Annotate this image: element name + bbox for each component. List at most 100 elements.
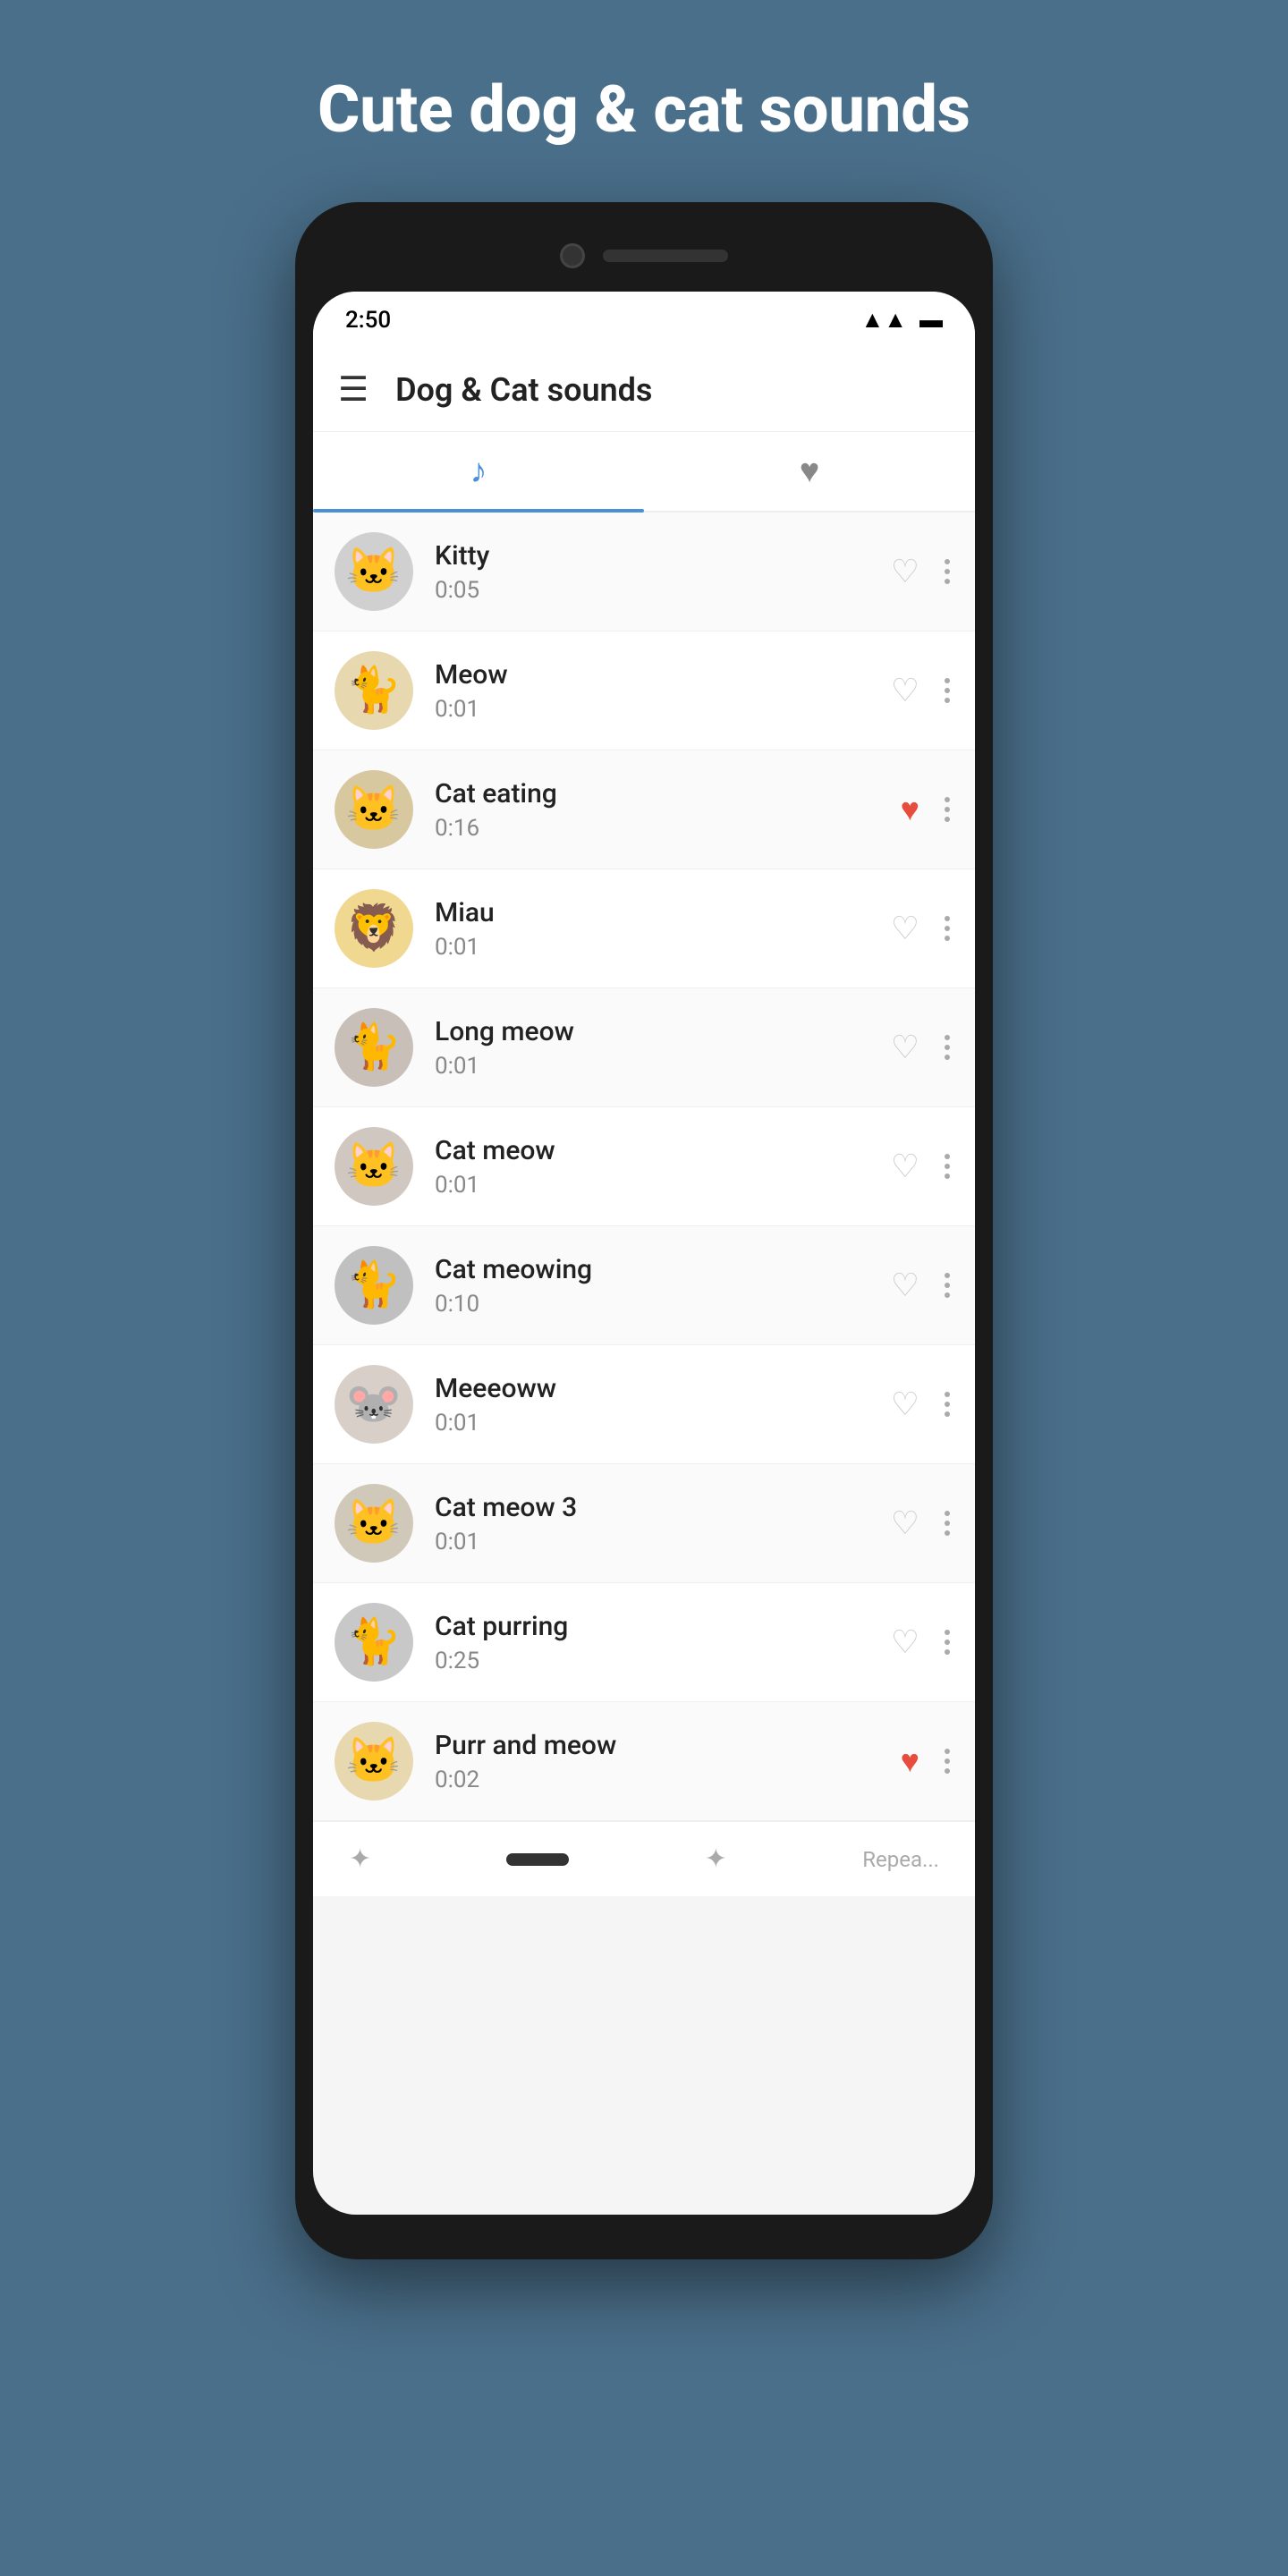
more-options-button[interactable] [941,674,953,707]
sound-info: Meow 0:01 [435,659,891,723]
sound-duration: 0:01 [435,934,891,961]
sound-duration: 0:01 [435,1053,891,1080]
sound-list-item[interactable]: 🦁 Miau 0:01 ♡ [313,869,975,988]
sound-avatar: 🐈 [335,1008,413,1087]
sound-name: Purr and meow [435,1730,901,1761]
page-background-title: Cute dog & cat sounds [264,72,1024,148]
favorite-button[interactable]: ♡ [891,910,919,947]
heart-tab-icon: ♥ [800,452,820,491]
sound-name: Long meow [435,1016,891,1047]
sound-info: Cat meowing 0:10 [435,1254,891,1318]
more-options-button[interactable] [941,1745,953,1777]
tab-favorites[interactable]: ♥ [644,432,975,511]
favorite-button[interactable]: ♥ [901,1742,919,1780]
sound-info: Cat eating 0:16 [435,778,901,842]
sound-list-item[interactable]: 🐱 Cat meow 0:01 ♡ [313,1107,975,1226]
sound-avatar: 🐱 [335,1722,413,1801]
speaker-cutout [603,250,728,262]
favorite-button[interactable]: ♡ [891,1029,919,1066]
sound-info: Kitty 0:05 [435,540,891,604]
sound-actions: ♡ [891,1623,953,1661]
repeat-label: Repea... [862,1847,939,1872]
sound-list-item[interactable]: 🐱 Cat eating 0:16 ♥ [313,750,975,869]
bottom-navigation-bar: ✦ ✦ Repea... [313,1821,975,1896]
sound-name: Meow [435,659,891,691]
sound-duration: 0:01 [435,696,891,723]
sound-name: Cat purring [435,1611,891,1642]
sound-list: 🐱 Kitty 0:05 ♡ 🐈 Meow 0:01 ♡ [313,513,975,1821]
more-options-button[interactable] [941,1031,953,1063]
sound-avatar: 🐈 [335,1246,413,1325]
sound-actions: ♡ [891,1385,953,1423]
more-options-button[interactable] [941,1507,953,1539]
sound-name: Miau [435,897,891,928]
tabs-bar: ♪ ♥ [313,432,975,513]
sound-list-item[interactable]: 🐱 Purr and meow 0:02 ♥ [313,1702,975,1821]
phone-device: 2:50 ▲▲ ▬ ☰ Dog & Cat sounds ♪ ♥ 🐱 [295,202,993,2259]
sound-avatar: 🐱 [335,1127,413,1206]
sound-list-item[interactable]: 🐭 Meeeoww 0:01 ♡ [313,1345,975,1464]
tab-music[interactable]: ♪ [313,432,644,511]
sound-info: Meeeoww 0:01 [435,1373,891,1436]
sound-info: Cat meow 3 0:01 [435,1492,891,1555]
sound-avatar: 🐈 [335,651,413,730]
sound-actions: ♡ [891,1029,953,1066]
sound-actions: ♡ [891,1504,953,1542]
bottom-asterisk-left: ✦ [349,1843,371,1875]
sound-name: Meeeoww [435,1373,891,1404]
more-options-button[interactable] [941,1388,953,1420]
more-options-button[interactable] [941,555,953,588]
favorite-button[interactable]: ♡ [891,1623,919,1661]
app-header: ☰ Dog & Cat sounds [313,348,975,432]
sound-info: Long meow 0:01 [435,1016,891,1080]
more-options-button[interactable] [941,1150,953,1182]
sound-info: Cat meow 0:01 [435,1135,891,1199]
sound-list-item[interactable]: 🐱 Cat meow 3 0:01 ♡ [313,1464,975,1583]
sound-name: Kitty [435,540,891,572]
favorite-button[interactable]: ♡ [891,672,919,709]
sound-actions: ♥ [901,1742,953,1780]
sound-avatar: 🐱 [335,1484,413,1563]
home-indicator[interactable] [506,1853,569,1866]
status-bar: 2:50 ▲▲ ▬ [313,292,975,348]
signal-icon: ▲▲ [861,306,907,334]
sound-list-item[interactable]: 🐈 Meow 0:01 ♡ [313,631,975,750]
sound-avatar: 🐱 [335,770,413,849]
favorite-button[interactable]: ♥ [901,791,919,828]
sound-list-item[interactable]: 🐱 Kitty 0:05 ♡ [313,513,975,631]
sound-avatar: 🦁 [335,889,413,968]
sound-info: Miau 0:01 [435,897,891,961]
favorite-button[interactable]: ♡ [891,553,919,590]
sound-list-item[interactable]: 🐈 Long meow 0:01 ♡ [313,988,975,1107]
more-options-button[interactable] [941,793,953,826]
sound-actions: ♡ [891,553,953,590]
sound-info: Cat purring 0:25 [435,1611,891,1674]
sound-list-item[interactable]: 🐈 Cat meowing 0:10 ♡ [313,1226,975,1345]
phone-screen: 2:50 ▲▲ ▬ ☰ Dog & Cat sounds ♪ ♥ 🐱 [313,292,975,2215]
favorite-button[interactable]: ♡ [891,1148,919,1185]
sound-actions: ♥ [901,791,953,828]
hamburger-menu-icon[interactable]: ☰ [338,369,369,410]
sound-duration: 0:05 [435,577,891,604]
sound-name: Cat meowing [435,1254,891,1285]
sound-duration: 0:02 [435,1767,901,1793]
sound-actions: ♡ [891,1148,953,1185]
sound-actions: ♡ [891,910,953,947]
sound-info: Purr and meow 0:02 [435,1730,901,1793]
more-options-button[interactable] [941,1269,953,1301]
favorite-button[interactable]: ♡ [891,1267,919,1304]
sound-name: Cat meow 3 [435,1492,891,1523]
sound-duration: 0:10 [435,1291,891,1318]
sound-actions: ♡ [891,1267,953,1304]
favorite-button[interactable]: ♡ [891,1504,919,1542]
sound-avatar: 🐈 [335,1603,413,1682]
more-options-button[interactable] [941,1626,953,1658]
favorite-button[interactable]: ♡ [891,1385,919,1423]
more-options-button[interactable] [941,912,953,945]
music-note-icon: ♪ [470,452,487,491]
sound-avatar: 🐱 [335,532,413,611]
sound-duration: 0:01 [435,1172,891,1199]
bottom-asterisk-right: ✦ [705,1843,727,1875]
sound-list-item[interactable]: 🐈 Cat purring 0:25 ♡ [313,1583,975,1702]
sound-duration: 0:01 [435,1410,891,1436]
